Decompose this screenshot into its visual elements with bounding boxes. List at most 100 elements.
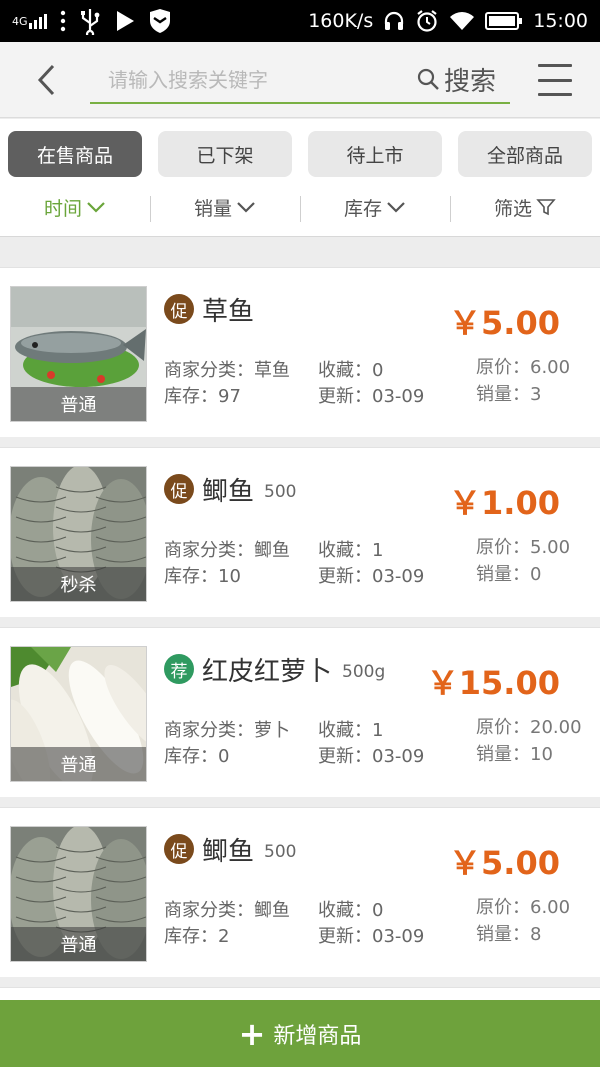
filter-button[interactable]: 筛选 [450,194,600,222]
product-image: 普通 [10,286,147,422]
product-price: ￥15.00 [426,664,560,702]
product-card[interactable]: 普通 促 草鱼 商家分类：草鱼 收藏：0 库存：97 更新：03-09 ￥5.0… [0,267,600,437]
product-title: 促 鲫鱼 500 [164,472,297,507]
wifi-icon [449,11,475,31]
product-category: 商家分类：鲫鱼 [164,900,290,921]
plus-icon: + [238,1014,266,1053]
signal-icon: 4G [12,13,48,29]
product-favorites: 收藏：1 [318,720,384,741]
product-price: ￥5.00 [449,844,560,882]
original-price: 原价：6.00 [476,357,571,378]
product-image: 普通 [10,826,147,962]
sort-row: 时间 销量 库存 筛选 [0,191,600,223]
original-price: 原价：5.00 [476,537,571,558]
product-title: 荐 红皮红萝卜 500g [164,652,386,687]
search-button[interactable]: 搜索 [416,60,496,98]
product-favorites: 收藏：0 [318,900,384,921]
chevron-down-icon [237,202,255,213]
chevron-left-icon [37,64,55,96]
original-price: 原价：6.00 [476,897,571,918]
menu-button[interactable] [538,64,572,96]
promo-badge: 促 [164,294,194,324]
product-price: ￥1.00 [449,484,560,522]
original-price: 原价：20.00 [476,717,582,738]
sort-by-sales[interactable]: 销量 [150,194,300,222]
sort-label: 库存 [343,197,382,220]
product-sales: 销量：8 [476,924,542,945]
network-type: 4G [12,14,28,28]
product-sales: 销量：10 [476,744,553,765]
product-category: 商家分类：萝卜 [164,720,290,741]
product-card[interactable]: 普通 荐 红皮红萝卜 500g 商家分类：萝卜 收藏：1 库存：0 更新：03-… [0,627,600,797]
tab-removed[interactable]: 已下架 [158,131,292,177]
tab-upcoming[interactable]: 待上市 [308,131,442,177]
back-button[interactable] [26,60,66,100]
status-bar: 4G 160K/s 15:00 [0,0,600,42]
usb-icon [78,7,102,35]
sort-label: 时间 [43,197,82,220]
product-tag: 普通 [11,927,146,961]
clock-time: 15:00 [533,10,588,32]
more-vertical-icon [60,10,66,32]
product-name: 鲫鱼 [202,836,255,867]
filter-icon [536,199,556,216]
product-spec: 500 [264,482,297,502]
tab-on-sale[interactable]: 在售商品 [8,131,142,177]
network-speed: 160K/s [308,10,374,32]
product-sales: 销量：3 [476,384,542,405]
product-card[interactable]: 秒杀 促 鲫鱼 500 商家分类：鲫鱼 收藏：1 库存：10 更新：03-09 … [0,447,600,617]
sort-label: 销量 [193,197,232,220]
chevron-down-icon [87,202,105,213]
add-product-label: 新增商品 [273,1023,362,1049]
product-title: 促 鲫鱼 500 [164,832,297,867]
top-bar: 搜索 [0,42,600,118]
search-input[interactable] [108,64,398,96]
sort-by-time[interactable]: 时间 [0,194,150,221]
product-image: 普通 [10,646,147,782]
product-card[interactable]: 普通 促 鲫鱼 500 商家分类：鲫鱼 收藏：0 库存：2 更新：03-09 ￥… [0,807,600,977]
product-updated: 更新：03-09 [318,926,425,947]
product-spec: 500 [264,842,297,862]
search-button-label: 搜索 [443,66,496,97]
product-stock: 库存：0 [164,746,230,767]
sort-by-stock[interactable]: 库存 [300,194,450,222]
menu-line [538,64,572,67]
product-updated: 更新：03-09 [318,386,425,407]
product-favorites: 收藏：0 [318,360,384,381]
menu-line [538,78,572,82]
product-image: 秒杀 [10,466,147,602]
product-title: 促 草鱼 [164,292,255,327]
product-price: ￥5.00 [449,304,560,342]
product-category: 商家分类：鲫鱼 [164,540,290,561]
product-updated: 更新：03-09 [318,746,425,767]
chevron-down-icon [387,202,405,213]
product-name: 鲫鱼 [202,476,255,507]
product-stock: 库存：10 [164,566,241,587]
product-name: 红皮红萝卜 [202,656,333,687]
product-stock: 库存：97 [164,386,241,407]
menu-line [538,93,572,96]
search-icon [417,68,439,90]
promo-badge: 促 [164,474,194,504]
product-sales: 销量：0 [476,564,542,585]
headset-icon [383,10,405,32]
sort-label: 筛选 [493,197,532,220]
recommend-badge: 荐 [164,654,194,684]
product-name: 草鱼 [202,296,255,327]
alarm-icon [415,9,439,33]
product-tag: 普通 [11,387,146,421]
status-tabs: 在售商品 已下架 待上市 全部商品 [8,131,592,177]
product-tag: 普通 [11,747,146,781]
search-bar: 搜索 [90,56,510,104]
promo-badge: 促 [164,834,194,864]
product-spec: 500g [342,662,386,682]
shield-icon [148,8,172,34]
product-category: 商家分类：草鱼 [164,360,290,381]
add-product-button[interactable]: + 新增商品 [0,1000,600,1067]
battery-icon [485,11,523,31]
product-tag: 秒杀 [11,567,146,601]
product-updated: 更新：03-09 [318,566,425,587]
product-stock: 库存：2 [164,926,230,947]
filter-panel: 在售商品 已下架 待上市 全部商品 时间 销量 库存 筛选 [0,119,600,237]
tab-all[interactable]: 全部商品 [458,131,592,177]
